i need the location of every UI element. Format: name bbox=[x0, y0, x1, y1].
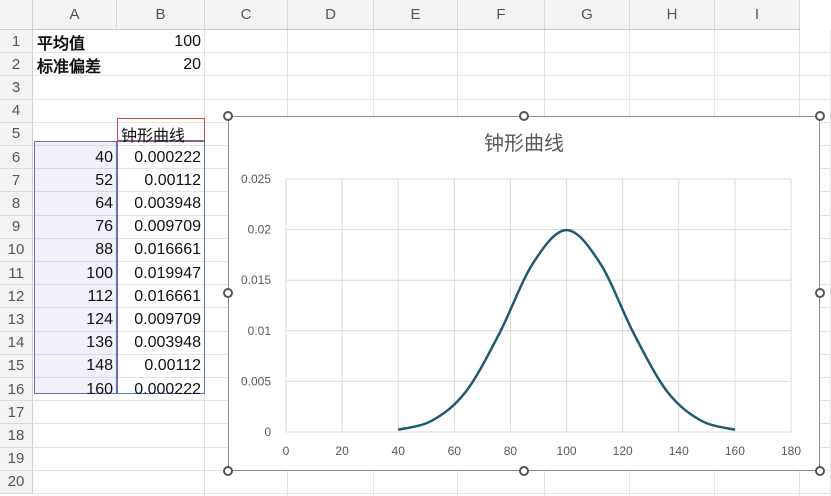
column-header-H[interactable]: H bbox=[630, 0, 715, 30]
resize-handle[interactable] bbox=[519, 466, 529, 476]
column-header-I[interactable]: I bbox=[715, 0, 800, 30]
row-header-13[interactable]: 13 bbox=[0, 308, 33, 332]
row-header-19[interactable]: 19 bbox=[0, 447, 33, 471]
x-tick-label: 80 bbox=[504, 444, 518, 458]
cell-b2[interactable]: 20 bbox=[117, 53, 205, 76]
cell-y-value[interactable]: 0.016661 bbox=[117, 285, 205, 308]
y-tick-label: 0 bbox=[264, 425, 271, 439]
row-header-17[interactable]: 17 bbox=[0, 401, 33, 425]
row-header-5[interactable]: 5 bbox=[0, 122, 33, 146]
column-header-D[interactable]: D bbox=[288, 0, 374, 30]
cell-y-value[interactable]: 0.009709 bbox=[117, 216, 205, 239]
y-tick-label: 0.01 bbox=[248, 324, 272, 338]
x-tick-label: 0 bbox=[283, 444, 290, 458]
cell-b5[interactable]: 钟形曲线 bbox=[117, 123, 205, 146]
cell-y-value[interactable]: 0.000222 bbox=[117, 378, 205, 401]
row-header-16[interactable]: 16 bbox=[0, 378, 33, 402]
column-header-B[interactable]: B bbox=[117, 0, 205, 30]
resize-handle[interactable] bbox=[223, 288, 233, 298]
cell-a2[interactable]: 标准偏差 bbox=[33, 53, 117, 76]
cell-b1[interactable]: 100 bbox=[117, 30, 205, 53]
row-header-10[interactable]: 10 bbox=[0, 238, 33, 262]
y-tick-label: 0.02 bbox=[248, 223, 272, 237]
cell-x-value[interactable]: 100 bbox=[33, 262, 117, 285]
resize-handle[interactable] bbox=[519, 111, 529, 121]
resize-handle[interactable] bbox=[815, 288, 825, 298]
column-header-G[interactable]: G bbox=[545, 0, 630, 30]
row-gridline bbox=[33, 493, 831, 494]
column-header-E[interactable]: E bbox=[374, 0, 458, 30]
resize-handle[interactable] bbox=[223, 111, 233, 121]
chart[interactable]: 钟形曲线 0 20 40 60 80 100 120 140 160 180 0 0.005 0.01 0.… bbox=[228, 116, 820, 471]
row-header-8[interactable]: 8 bbox=[0, 192, 33, 216]
row-header-9[interactable]: 9 bbox=[0, 215, 33, 239]
x-tick-label: 40 bbox=[392, 444, 406, 458]
y-tick-label: 0.025 bbox=[241, 172, 271, 186]
x-tick-label: 140 bbox=[669, 444, 689, 458]
cell-x-value[interactable]: 112 bbox=[33, 285, 117, 308]
cell-y-value[interactable]: 0.000222 bbox=[117, 146, 205, 169]
row-gridline bbox=[33, 98, 831, 100]
cell-x-value[interactable]: 88 bbox=[33, 239, 117, 262]
cell-y-value[interactable]: 0.003948 bbox=[117, 332, 205, 355]
row-header-3[interactable]: 3 bbox=[0, 76, 33, 100]
cell-x-value[interactable]: 76 bbox=[33, 216, 117, 239]
row-header-2[interactable]: 2 bbox=[0, 53, 33, 77]
cell-y-value[interactable]: 0.019947 bbox=[117, 262, 205, 285]
cell-x-value[interactable]: 64 bbox=[33, 192, 117, 215]
cell-y-value[interactable]: 0.009709 bbox=[117, 308, 205, 331]
cell-x-value[interactable]: 136 bbox=[33, 332, 117, 355]
select-all-corner[interactable] bbox=[0, 0, 33, 30]
row-header-20[interactable]: 20 bbox=[0, 470, 33, 494]
column-header-A[interactable]: A bbox=[33, 0, 117, 30]
row-header-4[interactable]: 4 bbox=[0, 99, 33, 123]
x-tick-label: 60 bbox=[448, 444, 462, 458]
cell-x-value[interactable]: 148 bbox=[33, 355, 117, 378]
cell-y-value[interactable]: 0.003948 bbox=[117, 192, 205, 215]
cell-y-value[interactable]: 0.016661 bbox=[117, 239, 205, 262]
resize-handle[interactable] bbox=[815, 466, 825, 476]
y-tick-label: 0.015 bbox=[241, 273, 271, 287]
x-tick-label: 20 bbox=[335, 444, 349, 458]
cell-y-value[interactable]: 0.00112 bbox=[117, 169, 205, 192]
row-header-15[interactable]: 15 bbox=[0, 354, 33, 378]
cell-y-value[interactable]: 0.00112 bbox=[117, 355, 205, 378]
cell-x-value[interactable]: 160 bbox=[33, 378, 117, 401]
cell-x-value[interactable]: 40 bbox=[33, 146, 117, 169]
chart-svg: 钟形曲线 0 20 40 60 80 100 120 140 160 180 0 0.005 0.01 0.… bbox=[241, 132, 801, 458]
resize-handle[interactable] bbox=[223, 466, 233, 476]
row-header-7[interactable]: 7 bbox=[0, 169, 33, 193]
row-header-18[interactable]: 18 bbox=[0, 424, 33, 448]
row-header-6[interactable]: 6 bbox=[0, 146, 33, 170]
x-tick-label: 120 bbox=[613, 444, 633, 458]
column-header-F[interactable]: F bbox=[458, 0, 545, 30]
y-tick-label: 0.005 bbox=[241, 374, 271, 388]
x-tick-label: 160 bbox=[725, 444, 745, 458]
column-header-C[interactable]: C bbox=[205, 0, 288, 30]
row-header-11[interactable]: 11 bbox=[0, 262, 33, 286]
row-header-12[interactable]: 12 bbox=[0, 285, 33, 309]
resize-handle[interactable] bbox=[815, 111, 825, 121]
cell-x-value[interactable]: 124 bbox=[33, 308, 117, 331]
row-header-14[interactable]: 14 bbox=[0, 331, 33, 355]
x-tick-label: 180 bbox=[781, 444, 801, 458]
chart-title: 钟形曲线 bbox=[484, 132, 564, 155]
row-header-1[interactable]: 1 bbox=[0, 30, 33, 54]
x-tick-label: 100 bbox=[557, 444, 577, 458]
cell-x-value[interactable]: 52 bbox=[33, 169, 117, 192]
cell-a1[interactable]: 平均值 bbox=[33, 30, 117, 53]
